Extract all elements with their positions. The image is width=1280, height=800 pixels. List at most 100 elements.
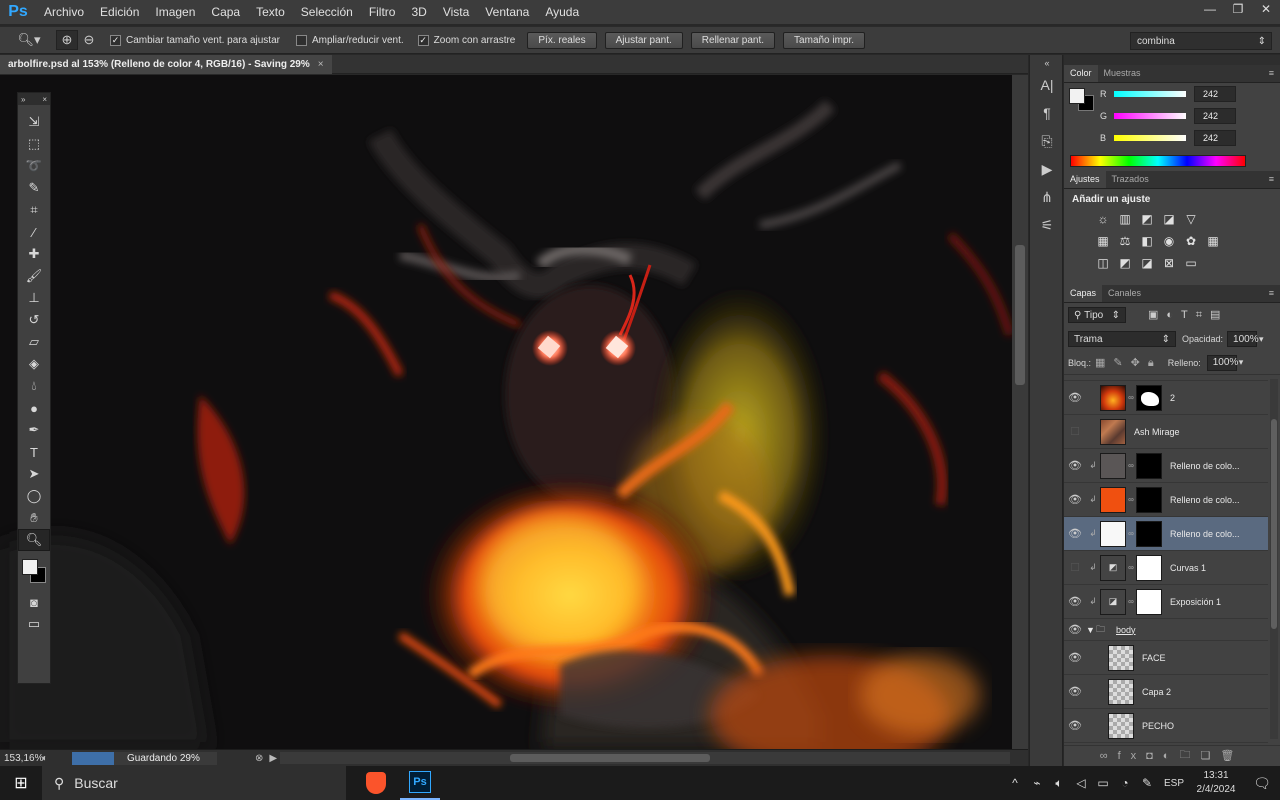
- eyedropper-tool-icon[interactable]: ⁄: [18, 221, 50, 243]
- invert-icon[interactable]: ◫: [1092, 252, 1114, 274]
- wifi-icon[interactable]: ◔: [1114, 776, 1136, 790]
- tab-muestras[interactable]: Muestras: [1098, 65, 1147, 82]
- actions-icon[interactable]: ▶: [1030, 155, 1064, 183]
- zoom-out-icon[interactable]: ⊖: [78, 30, 100, 50]
- fill-screen-button[interactable]: Rellenar pant.: [690, 31, 776, 49]
- arrow-right-icon[interactable]: ▶: [269, 753, 277, 764]
- checkbox-scrubby-zoom[interactable]: ✓ Zoom con arrastre: [417, 34, 515, 46]
- trash-icon[interactable]: 🗑︎: [1220, 749, 1244, 762]
- menu-vista[interactable]: Vista: [435, 0, 477, 24]
- menu-ayuda[interactable]: Ayuda: [537, 0, 587, 24]
- menu-capa[interactable]: Capa: [203, 0, 248, 24]
- tab-ajustes[interactable]: Ajustes: [1064, 171, 1106, 188]
- chevron-down-icon[interactable]: ▾: [1239, 357, 1244, 368]
- menu-edicion[interactable]: Edición: [92, 0, 147, 24]
- green-value[interactable]: 242: [1194, 108, 1236, 124]
- language-indicator[interactable]: ESP: [1164, 778, 1184, 789]
- hue-saturation-icon[interactable]: ▦: [1092, 230, 1114, 252]
- cancel-icon[interactable]: ⊗: [255, 753, 263, 764]
- layer-row[interactable]: 👁︎ Capa 2: [1064, 675, 1268, 709]
- color-swatches[interactable]: [18, 551, 50, 591]
- taskbar-search[interactable]: ⚲ Buscar: [42, 766, 346, 800]
- eye-icon[interactable]: 👁︎: [1064, 719, 1086, 732]
- pen-icon[interactable]: ✎: [1136, 776, 1158, 790]
- clock[interactable]: 13:31 2/4/2024: [1188, 769, 1244, 797]
- layer-row[interactable]: 👁︎ ∞ 2: [1064, 381, 1268, 415]
- zoom-tool-preset-icon[interactable]: 🔍︎▾: [14, 30, 44, 50]
- eye-icon[interactable]: 👁︎: [1064, 595, 1086, 608]
- eye-icon[interactable]: 👁︎: [1064, 493, 1086, 506]
- crop-tool-icon[interactable]: ⌗: [18, 199, 50, 221]
- brush-tool-icon[interactable]: 🖌︎: [18, 265, 50, 287]
- move-tool-icon[interactable]: ⇲: [18, 111, 50, 133]
- tab-trazados[interactable]: Trazados: [1106, 171, 1155, 188]
- foreground-color-swatch[interactable]: [22, 559, 38, 575]
- threshold-icon[interactable]: ◪: [1136, 252, 1158, 274]
- tool-presets-icon[interactable]: ⚟: [1030, 211, 1064, 239]
- volume-icon[interactable]: 🔈︎: [1048, 776, 1070, 791]
- scroll-thumb[interactable]: [1015, 245, 1025, 385]
- marquee-tool-icon[interactable]: ⬚: [18, 133, 50, 155]
- layer-row[interactable]: 👁︎ PECHO: [1064, 709, 1268, 743]
- windows-start-icon[interactable]: ⊞: [0, 766, 42, 800]
- layer-row[interactable]: ☐ Ash Mirage: [1064, 415, 1268, 449]
- collapse-icon[interactable]: «: [1030, 55, 1064, 71]
- zoom-level[interactable]: 153,16%: [0, 753, 43, 764]
- posterize-icon[interactable]: ◩: [1114, 252, 1136, 274]
- document-tab[interactable]: arbolfire.psd al 153% (Relleno de color …: [0, 55, 332, 74]
- lock-icons[interactable]: ▦✎✥🔒︎: [1095, 356, 1162, 370]
- eraser-tool-icon[interactable]: ▱: [18, 331, 50, 353]
- new-layer-icon[interactable]: ❏: [1200, 749, 1220, 762]
- gradient-map-icon[interactable]: ▭: [1180, 252, 1202, 274]
- ellipse-tool-icon[interactable]: ◯: [18, 485, 50, 507]
- brightness-icon[interactable]: ☼: [1092, 208, 1114, 230]
- tab-canales[interactable]: Canales: [1102, 285, 1147, 302]
- pen-tool-icon[interactable]: ✒: [18, 419, 50, 441]
- speaker-icon[interactable]: ◁: [1070, 776, 1092, 790]
- filter-kind-icons[interactable]: ▣◐T⌗▤: [1148, 308, 1228, 322]
- levels-icon[interactable]: ▥: [1114, 208, 1136, 230]
- new-group-icon[interactable]: 🗀︎: [1179, 746, 1200, 765]
- color-spectrum[interactable]: [1070, 155, 1246, 167]
- menu-ventana[interactable]: Ventana: [477, 0, 537, 24]
- healing-brush-tool-icon[interactable]: ✚: [18, 243, 50, 265]
- screen-mode-icon[interactable]: ▭: [18, 613, 50, 635]
- menu-seleccion[interactable]: Selección: [293, 0, 361, 24]
- close-tab-icon[interactable]: ×: [318, 59, 324, 70]
- actual-pixels-button[interactable]: Píx. reales: [527, 31, 597, 49]
- close-icon[interactable]: ✕: [1252, 0, 1280, 18]
- network-icon[interactable]: ⌁: [1026, 776, 1048, 790]
- dodge-tool-icon[interactable]: ●: [18, 397, 50, 419]
- zoom-in-icon[interactable]: ⊕: [56, 30, 78, 50]
- panel-menu-icon[interactable]: ≡: [1269, 68, 1274, 78]
- chevron-down-icon[interactable]: ▾: [1259, 334, 1264, 345]
- minimize-icon[interactable]: —: [1196, 0, 1224, 18]
- layer-filter-select[interactable]: ⚲ Tipo ⇕: [1068, 307, 1126, 323]
- quick-selection-tool-icon[interactable]: ✎: [18, 177, 50, 199]
- paragraph-icon[interactable]: ¶: [1030, 99, 1064, 127]
- layer-row[interactable]: 👁︎ ↲ ∞ Relleno de colo...: [1064, 483, 1268, 517]
- eye-icon[interactable]: 👁︎: [1064, 685, 1086, 698]
- fx-icon[interactable]: fx: [1118, 750, 1147, 762]
- print-size-button[interactable]: Tamaño impr.: [783, 31, 866, 49]
- history-icon[interactable]: ⎘: [1030, 127, 1064, 155]
- document-canvas[interactable]: [0, 75, 1012, 749]
- checkbox-zoom-all-windows[interactable]: Ampliar/reducir vent.: [295, 34, 404, 46]
- layer-group-row[interactable]: 👁︎ ▼ 🗀︎ body: [1064, 619, 1268, 641]
- red-value[interactable]: 242: [1194, 86, 1236, 102]
- foreground-color-swatch[interactable]: [1069, 88, 1085, 104]
- notification-icon[interactable]: 🗨︎: [1244, 775, 1280, 792]
- link-layers-icon[interactable]: ∞: [1100, 750, 1118, 762]
- vertical-scrollbar[interactable]: [1012, 75, 1028, 749]
- add-mask-icon[interactable]: ◘: [1146, 750, 1163, 762]
- tab-color[interactable]: Color: [1064, 65, 1098, 82]
- curves-icon[interactable]: ◩: [1136, 208, 1158, 230]
- eye-icon[interactable]: 👁︎: [1064, 459, 1086, 472]
- menu-archivo[interactable]: Archivo: [36, 0, 92, 24]
- battery-icon[interactable]: ▭: [1092, 776, 1114, 790]
- checkbox-resize-windows[interactable]: ✓ Cambiar tamaño vent. para ajustar: [110, 34, 280, 46]
- lasso-tool-icon[interactable]: ➰: [18, 155, 50, 177]
- brave-browser-icon[interactable]: [356, 766, 396, 800]
- quick-mask-icon[interactable]: ◙: [18, 591, 50, 613]
- workspace-select[interactable]: combina ⇕: [1130, 32, 1272, 50]
